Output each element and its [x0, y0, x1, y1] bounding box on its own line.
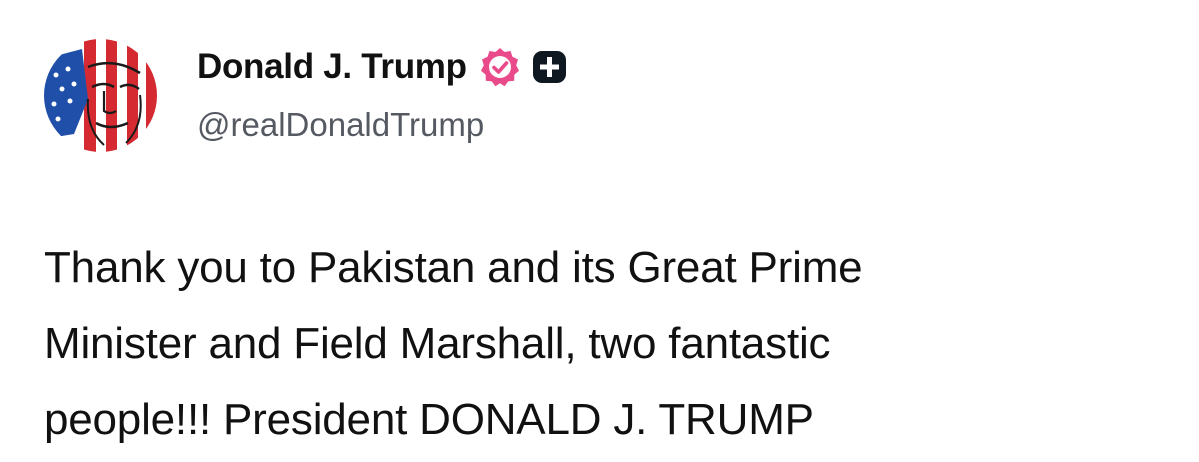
author-name-row: Donald J. Trump — [197, 44, 569, 90]
author-handle[interactable]: @realDonaldTrump — [197, 106, 484, 144]
author-display-name[interactable]: Donald J. Trump — [197, 47, 467, 87]
post-text-line: people!!! President DONALD J. TRUMP — [44, 395, 814, 444]
avatar-portrait-image — [44, 39, 157, 152]
verified-check-badge-icon — [479, 46, 521, 88]
post-text-line: Minister and Field Marshall, two fantast… — [44, 319, 831, 368]
post-card: Donald J. Trump @realDonaldTrump Thank y… — [0, 0, 1199, 462]
post-text-line: Thank you to Pakistan and its Great Prim… — [44, 243, 863, 292]
plus-square-icon — [531, 48, 569, 86]
post-text: Thank you to Pakistan and its Great Prim… — [44, 230, 1164, 458]
author-avatar[interactable] — [44, 39, 157, 152]
